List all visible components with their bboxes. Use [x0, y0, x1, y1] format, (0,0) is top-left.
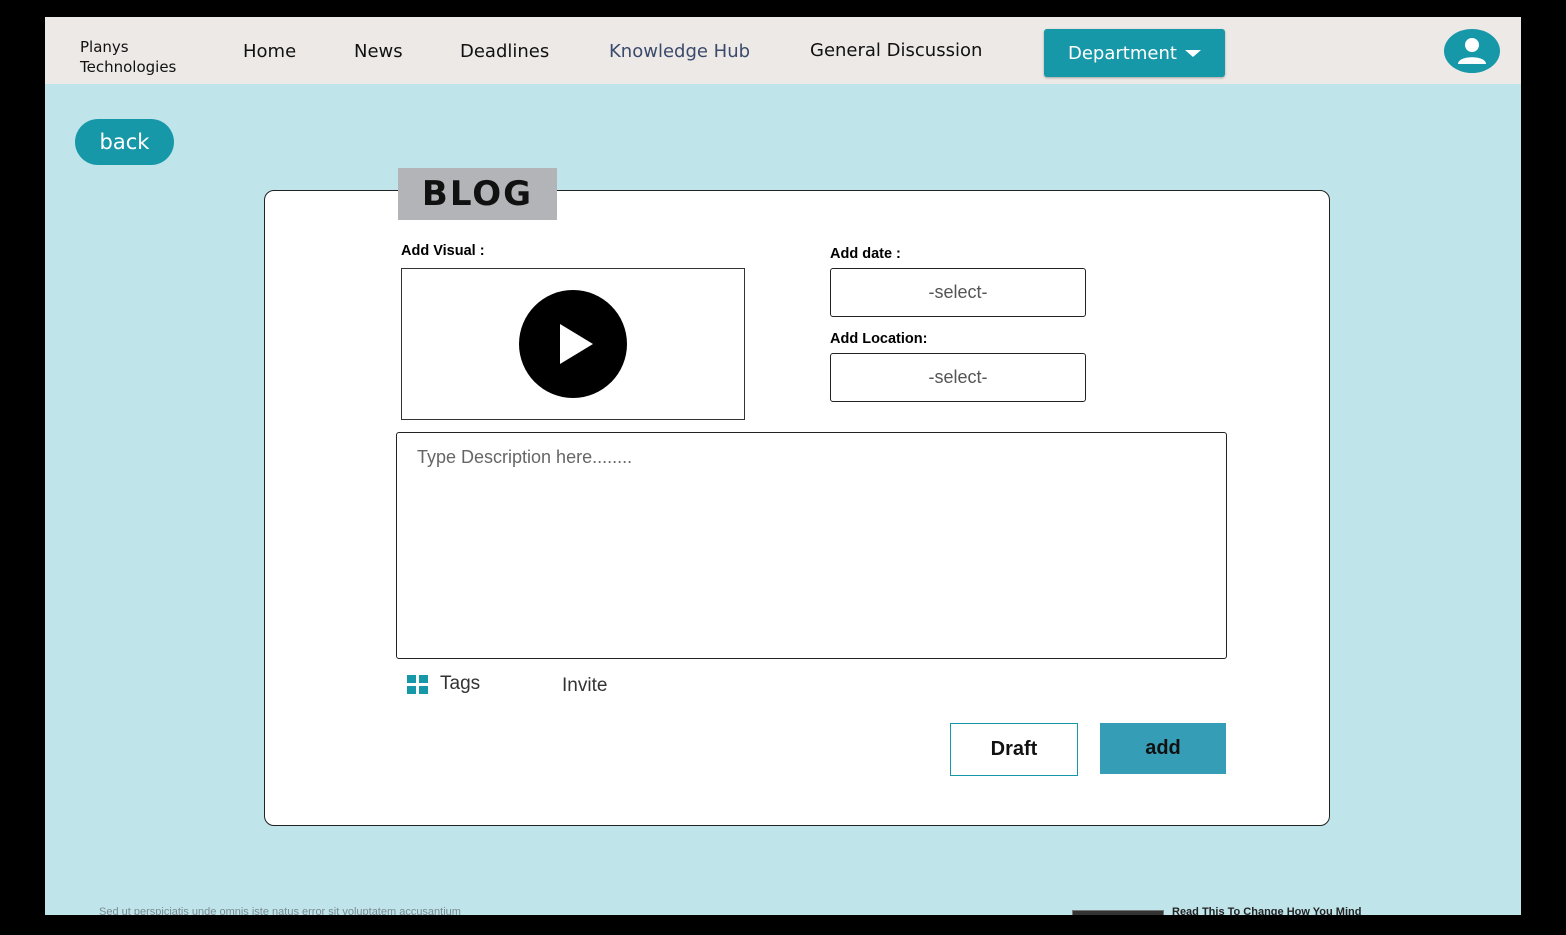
- nav-knowledge-hub[interactable]: Knowledge Hub: [609, 41, 750, 62]
- user-avatar-button[interactable]: [1444, 29, 1500, 73]
- add-location-label: Add Location:: [830, 331, 928, 347]
- play-icon: [560, 324, 593, 364]
- app-window: Planys Technologies Home News Deadlines …: [45, 17, 1521, 915]
- invite-button[interactable]: Invite: [562, 675, 607, 697]
- caret-down-icon: [1184, 49, 1201, 57]
- footer-text: Sed ut perspiciatis unde omnis iste natu…: [99, 906, 461, 915]
- plus-icon: [407, 674, 428, 694]
- description-textarea[interactable]: Type Description here........: [396, 432, 1227, 659]
- add-visual-dropzone[interactable]: [401, 268, 745, 420]
- nav-general-discussion[interactable]: General Discussion: [810, 40, 982, 61]
- add-button[interactable]: add: [1100, 723, 1226, 774]
- brand-line-2: Technologies: [80, 58, 177, 76]
- department-dropdown[interactable]: Department: [1044, 29, 1225, 77]
- user-icon: [1458, 38, 1486, 64]
- add-tags-button[interactable]: Tags: [407, 673, 480, 695]
- footer-article-link[interactable]: Read This To Change How You Mind: [1172, 906, 1361, 915]
- blog-title-tab: BLOG: [398, 168, 557, 220]
- brand-logo-text[interactable]: Planys Technologies: [80, 37, 176, 77]
- nav-news[interactable]: News: [354, 41, 403, 62]
- date-select[interactable]: -select-: [830, 268, 1086, 317]
- nav-deadlines[interactable]: Deadlines: [460, 41, 549, 62]
- top-nav-bar: Planys Technologies Home News Deadlines …: [45, 17, 1521, 84]
- footer-article-thumbnail: [1072, 910, 1164, 915]
- back-button[interactable]: back: [75, 119, 174, 165]
- play-button[interactable]: [519, 290, 627, 398]
- location-select[interactable]: -select-: [830, 353, 1086, 402]
- brand-line-1: Planys: [80, 38, 129, 56]
- add-date-label: Add date :: [830, 246, 901, 262]
- nav-home[interactable]: Home: [243, 41, 296, 62]
- tags-label: Tags: [440, 673, 481, 694]
- draft-button[interactable]: Draft: [950, 723, 1078, 776]
- add-visual-label: Add Visual :: [401, 243, 485, 259]
- department-label: Department: [1068, 42, 1177, 64]
